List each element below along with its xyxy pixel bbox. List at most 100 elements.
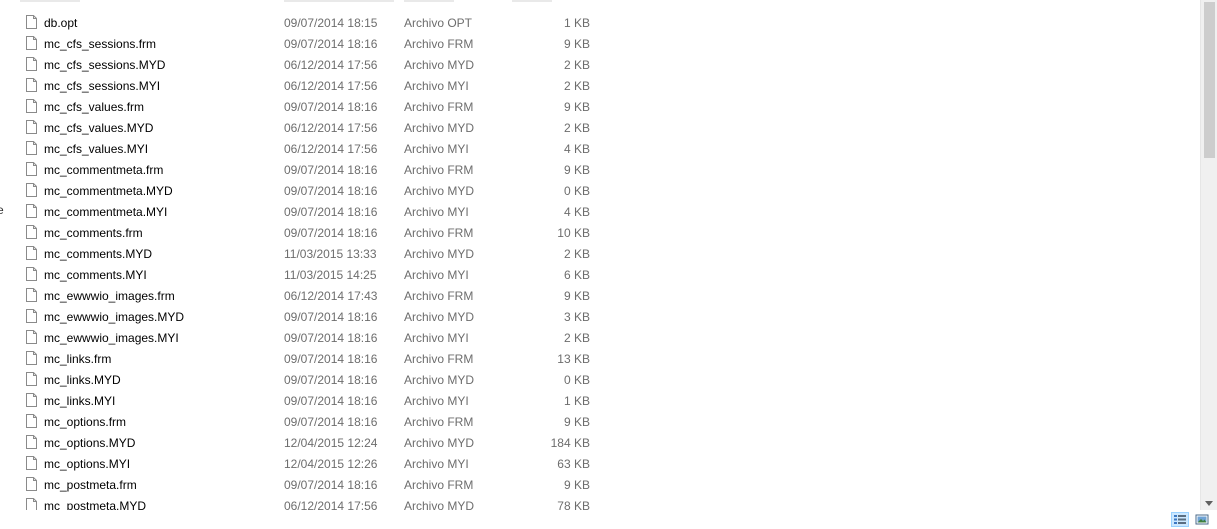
file-row[interactable]: mc_options.MYI 12/04/2015 12:26 Archivo MY… bbox=[0, 453, 1200, 474]
file-type: Archivo FRM bbox=[404, 478, 474, 492]
document-icon bbox=[26, 456, 37, 470]
file-size: 1 KB bbox=[563, 394, 590, 408]
file-name[interactable]: mc_links.MYI bbox=[44, 394, 115, 408]
file-type: Archivo MYI bbox=[404, 268, 469, 282]
document-icon bbox=[26, 393, 37, 407]
file-name[interactable]: mc_links.frm bbox=[44, 352, 111, 366]
file-name[interactable]: mc_cfs_values.frm bbox=[44, 100, 144, 114]
file-modified-date: 06/12/2014 17:56 bbox=[284, 79, 378, 93]
file-modified-date: 09/07/2014 18:16 bbox=[284, 394, 378, 408]
file-name[interactable]: mc_options.MYI bbox=[44, 457, 130, 471]
file-name[interactable]: db.opt bbox=[44, 16, 77, 30]
file-name[interactable]: mc_cfs_values.MYD bbox=[44, 121, 153, 135]
large-icons-view-button[interactable] bbox=[1193, 512, 1211, 527]
file-name[interactable]: mc_options.MYD bbox=[44, 436, 135, 450]
file-modified-date: 09/07/2014 18:15 bbox=[284, 16, 378, 30]
file-modified-date: 09/07/2014 18:16 bbox=[284, 163, 378, 177]
file-row[interactable]: mc_cfs_values.MYD 06/12/2014 17:56 Archivo… bbox=[0, 117, 1200, 138]
file-size: 9 KB bbox=[563, 415, 590, 429]
details-view-button[interactable] bbox=[1171, 512, 1189, 527]
file-type: Archivo MYD bbox=[404, 310, 475, 324]
file-name[interactable]: mc_commentmeta.frm bbox=[44, 163, 163, 177]
file-row[interactable]: mc_commentmeta.MYD 09/07/2014 18:16 Archiv… bbox=[0, 180, 1200, 201]
file-row[interactable]: mc_cfs_sessions.frm 09/07/2014 18:16 Archi… bbox=[0, 33, 1200, 54]
scroll-down-arrow-icon[interactable] bbox=[1205, 501, 1213, 506]
file-row[interactable]: mc_links.MYD 09/07/2014 18:16 Archivo MYD 0… bbox=[0, 369, 1200, 390]
file-size: 10 KB bbox=[557, 226, 590, 240]
file-type: Archivo OPT bbox=[404, 16, 473, 30]
file-name[interactable]: mc_comments.MYI bbox=[44, 268, 147, 282]
file-row[interactable]: mc_cfs_values.MYI 06/12/2014 17:56 Archivo… bbox=[0, 138, 1200, 159]
file-name[interactable]: mc_comments.MYD bbox=[44, 247, 152, 261]
file-type: Archivo MYI bbox=[404, 79, 469, 93]
file-type: Archivo FRM bbox=[404, 226, 474, 240]
file-row[interactable]: mc_commentmeta.MYI 09/07/2014 18:16 Archiv… bbox=[0, 201, 1200, 222]
document-icon bbox=[26, 36, 37, 50]
file-type: Archivo MYD bbox=[404, 58, 475, 72]
file-size: 2 KB bbox=[563, 58, 590, 72]
file-size: 4 KB bbox=[563, 142, 590, 156]
file-name[interactable]: mc_comments.frm bbox=[44, 226, 143, 240]
file-name[interactable]: mc_cfs_values.MYI bbox=[44, 142, 148, 156]
file-type: Archivo FRM bbox=[404, 100, 474, 114]
file-modified-date: 06/12/2014 17:56 bbox=[284, 121, 378, 135]
file-row[interactable]: mc_cfs_sessions.MYI 06/12/2014 17:56 Archi… bbox=[0, 75, 1200, 96]
file-name[interactable]: mc_commentmeta.MYI bbox=[44, 205, 167, 219]
file-name[interactable]: mc_cfs_sessions.MYD bbox=[44, 58, 165, 72]
file-row[interactable]: mc_comments.MYD 11/03/2015 13:33 Archivo M… bbox=[0, 243, 1200, 264]
file-row[interactable]: mc_cfs_values.frm 09/07/2014 18:16 Archivo… bbox=[0, 96, 1200, 117]
file-row[interactable]: mc_comments.frm 09/07/2014 18:16 Archivo F… bbox=[0, 222, 1200, 243]
file-row[interactable]: mc_postmeta.frm 09/07/2014 18:16 Archivo F… bbox=[0, 474, 1200, 495]
file-modified-date: 12/04/2015 12:24 bbox=[284, 436, 378, 450]
file-modified-date: 09/07/2014 18:16 bbox=[284, 373, 378, 387]
file-name[interactable]: mc_ewwwio_images.MYD bbox=[44, 310, 184, 324]
document-icon bbox=[26, 435, 37, 449]
file-name[interactable]: mc_cfs_sessions.frm bbox=[44, 37, 156, 51]
file-row[interactable]: mc_commentmeta.frm 09/07/2014 18:16 Archiv… bbox=[0, 159, 1200, 180]
file-type: Archivo FRM bbox=[404, 352, 474, 366]
document-icon bbox=[26, 120, 37, 134]
file-row[interactable]: mc_ewwwio_images.MYI 09/07/2014 18:16 Arch… bbox=[0, 327, 1200, 348]
file-modified-date: 09/07/2014 18:16 bbox=[284, 184, 378, 198]
file-type: Archivo MYD bbox=[404, 247, 475, 261]
file-type: Archivo FRM bbox=[404, 37, 474, 51]
file-row[interactable]: mc_cfs_sessions.MYD 06/12/2014 17:56 Archi… bbox=[0, 54, 1200, 75]
file-row[interactable]: mc_ewwwio_images.MYD 09/07/2014 18:16 Arch… bbox=[0, 306, 1200, 327]
file-name[interactable]: mc_commentmeta.MYD bbox=[44, 184, 173, 198]
file-size: 3 KB bbox=[563, 310, 590, 324]
file-type: Archivo MYD bbox=[404, 184, 475, 198]
file-type: Archivo MYD bbox=[404, 373, 475, 387]
column-header-date[interactable] bbox=[284, 0, 394, 2]
column-header-size[interactable] bbox=[512, 0, 552, 2]
file-size: 6 KB bbox=[563, 268, 590, 282]
document-icon bbox=[26, 267, 37, 281]
file-name[interactable]: mc_links.MYD bbox=[44, 373, 121, 387]
file-modified-date: 06/12/2014 17:43 bbox=[284, 289, 378, 303]
file-size: 9 KB bbox=[563, 289, 590, 303]
column-header-name[interactable] bbox=[20, 0, 80, 2]
details-view-icon bbox=[1174, 515, 1186, 524]
file-name[interactable]: mc_ewwwio_images.frm bbox=[44, 289, 175, 303]
file-name[interactable]: mc_ewwwio_images.MYI bbox=[44, 331, 179, 345]
file-type: Archivo MYI bbox=[404, 331, 469, 345]
file-row[interactable]: db.opt 09/07/2014 18:15 Archivo OPT 1 KB bbox=[0, 12, 1200, 33]
file-name[interactable]: mc_options.frm bbox=[44, 415, 126, 429]
document-icon bbox=[26, 477, 37, 491]
file-size: 9 KB bbox=[563, 100, 590, 114]
file-explorer-window: e db.opt 09/07/2014 18:15 Archivo OPT 1 KB m… bbox=[0, 0, 1217, 529]
file-size: 13 KB bbox=[557, 352, 590, 366]
column-header-type[interactable] bbox=[404, 0, 454, 2]
file-name[interactable]: mc_cfs_sessions.MYI bbox=[44, 79, 160, 93]
vertical-scrollbar[interactable] bbox=[1200, 0, 1217, 510]
file-row[interactable]: mc_options.MYD 12/04/2015 12:24 Archivo MY… bbox=[0, 432, 1200, 453]
file-row[interactable]: mc_comments.MYI 11/03/2015 14:25 Archivo M… bbox=[0, 264, 1200, 285]
scrollbar-thumb[interactable] bbox=[1204, 2, 1215, 158]
file-row[interactable]: mc_links.frm 09/07/2014 18:16 Archivo FRM 1… bbox=[0, 348, 1200, 369]
file-size: 0 KB bbox=[563, 184, 590, 198]
file-row[interactable]: mc_links.MYI 09/07/2014 18:16 Archivo MYI 1… bbox=[0, 390, 1200, 411]
file-row[interactable]: mc_options.frm 09/07/2014 18:16 Archivo FR… bbox=[0, 411, 1200, 432]
file-row[interactable]: mc_ewwwio_images.frm 06/12/2014 17:43 Arch… bbox=[0, 285, 1200, 306]
file-size: 4 KB bbox=[563, 205, 590, 219]
file-modified-date: 11/03/2015 13:33 bbox=[284, 247, 377, 261]
file-name[interactable]: mc_postmeta.frm bbox=[44, 478, 137, 492]
